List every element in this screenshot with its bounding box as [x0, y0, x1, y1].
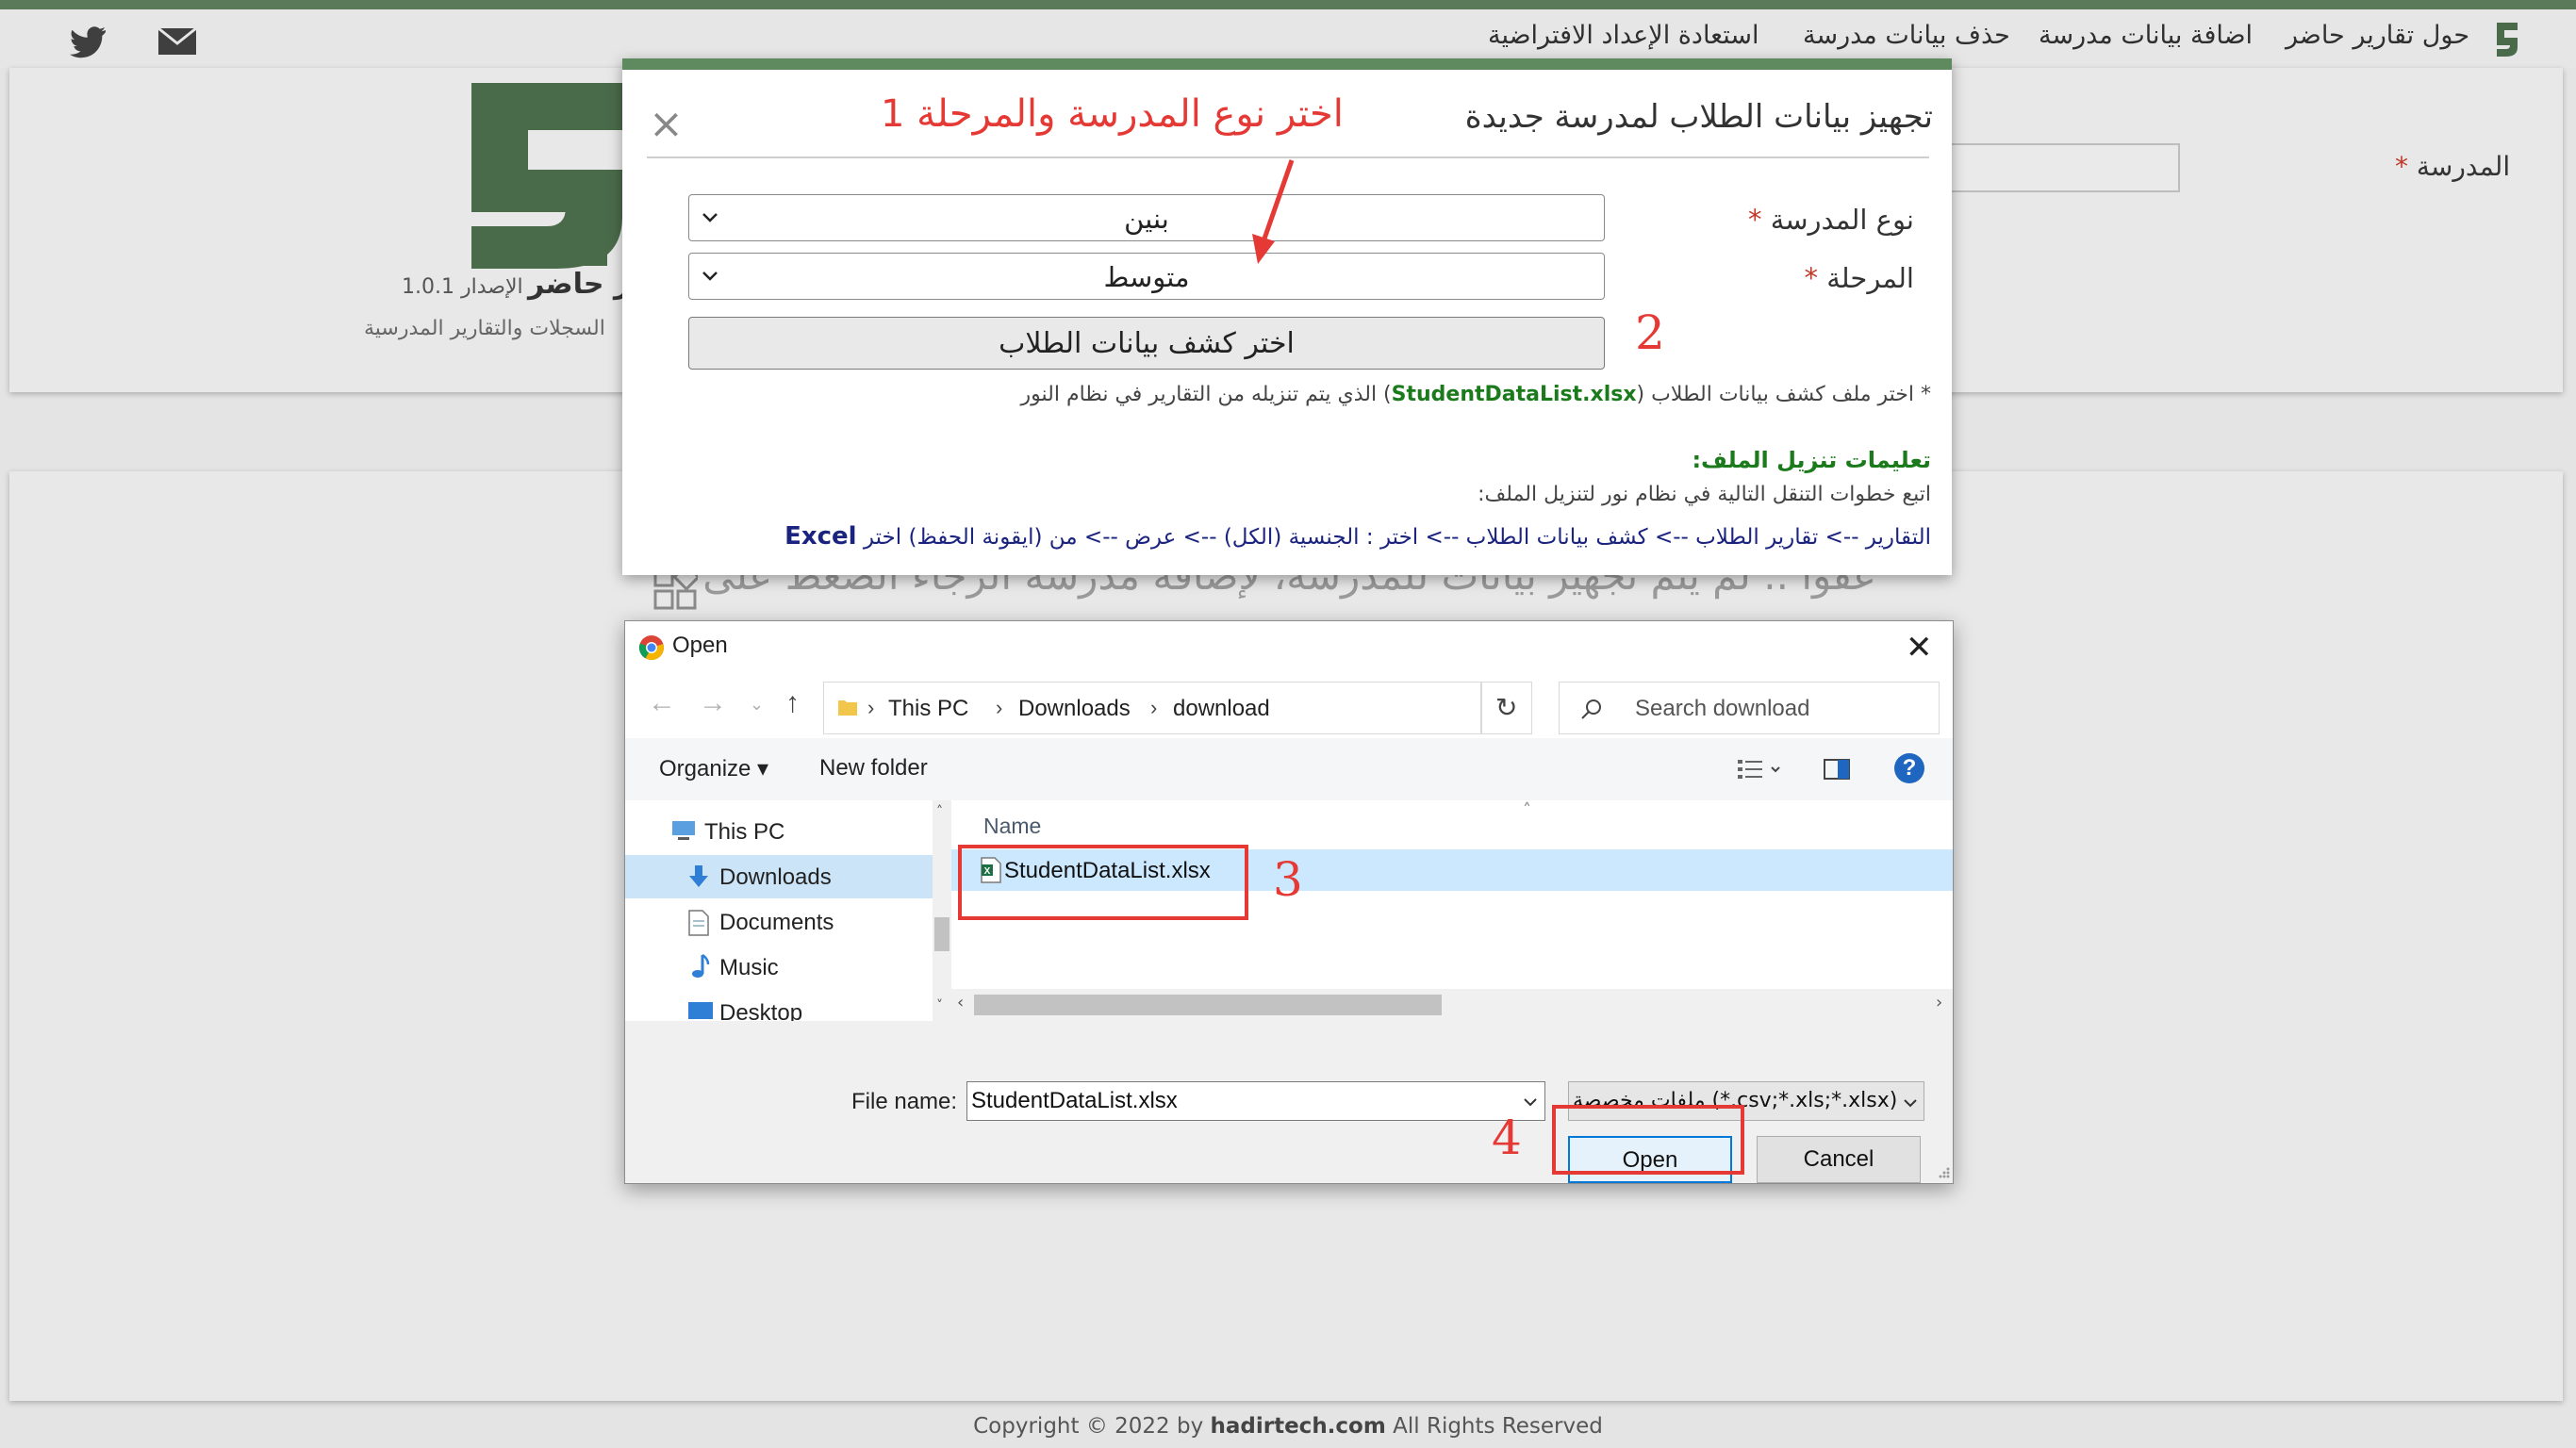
instructions-title: تعليمات تنزيل الملف: [1692, 447, 1931, 473]
annotation-box-file [958, 845, 1248, 920]
instructions-intro: اتبع خطوات التنقل التالية في نظام نور لت… [1478, 483, 1931, 506]
school-type-select[interactable]: بنين [688, 194, 1605, 241]
note-filename: StudentDataList.xlsx [1391, 383, 1637, 406]
app-logo-icon [471, 83, 622, 269]
forward-arrow-icon[interactable]: → [699, 687, 727, 719]
app-version: الإصدار 1.0.1 [402, 275, 523, 299]
instructions-path: التقارير --> تقارير الطلاب --> كشف بيانا… [784, 522, 1931, 551]
dialog-toolbar: Organize ▾ New folder ? [625, 738, 1953, 800]
nav-tree-desktop[interactable]: Desktop [625, 991, 933, 1021]
breadcrumb-separator: › [1150, 696, 1158, 719]
cancel-button[interactable]: Cancel [1757, 1136, 1921, 1183]
annotation-box-open [1552, 1105, 1744, 1175]
breadcrumb-separator: › [996, 696, 1003, 719]
file-note: * اختر ملف كشف بيانات الطلاب (StudentDat… [1020, 383, 1931, 406]
stage-label: * المرحلة [1804, 262, 1914, 294]
address-bar[interactable]: › This PC › Downloads › download [823, 682, 1658, 734]
column-header-name[interactable]: Name [983, 814, 1041, 839]
scroll-right-icon[interactable]: › [1936, 993, 1942, 1012]
resize-grip-icon[interactable] [1936, 1164, 1951, 1179]
breadcrumb-this-pc[interactable]: This PC [888, 696, 968, 722]
scroll-down-icon[interactable]: ˅ [936, 998, 943, 1013]
download-arrow-icon [689, 865, 708, 887]
footer-suffix: All Rights Reserved [1385, 1414, 1603, 1439]
breadcrumb-separator: › [867, 696, 875, 719]
chevron-down-icon[interactable] [1523, 1094, 1538, 1110]
new-school-modal: تجهيز بيانات الطلاب لمدرسة جديدة × * نوع… [622, 58, 1952, 575]
nav-delete-school[interactable]: حذف بيانات مدرسة [1803, 21, 2010, 50]
search-icon [1581, 699, 1601, 719]
choose-file-label: اختر كشف بيانات الطلاب [999, 327, 1295, 360]
refresh-icon: ↻ [1495, 692, 1518, 723]
refresh-button[interactable]: ↻ [1481, 682, 1532, 734]
school-type-label: * نوع المدرسة [1747, 204, 1914, 236]
school-type-value: بنين [1124, 203, 1169, 235]
nav-tree-documents[interactable]: Documents [625, 900, 933, 944]
annotation-arrow-icon [1252, 159, 1295, 264]
folder-icon [838, 700, 857, 716]
dialog-close-icon[interactable]: ✕ [1906, 629, 1933, 666]
recent-dropdown-icon[interactable]: ⌄ [750, 695, 764, 715]
school-label: * المدرسة [2395, 151, 2511, 182]
dialog-address-row: ← → ⌄ ↑ › This PC › Downloads › download… [625, 674, 1953, 738]
twitter-icon[interactable] [68, 23, 109, 60]
breadcrumb-downloads[interactable]: Downloads [1018, 696, 1131, 722]
modal-title: تجهيز بيانات الطلاب لمدرسة جديدة [1464, 98, 1933, 136]
navigation-pane: This PC Downloads Documents Music Deskto… [625, 800, 951, 1021]
up-arrow-icon[interactable]: ↑ [785, 687, 800, 719]
dialog-title: Open [672, 633, 728, 658]
annotation-step3: 3 [1273, 852, 1303, 907]
top-accent-bar [0, 0, 2576, 9]
music-note-icon [692, 953, 710, 978]
nav-add-school[interactable]: اضافة بيانات مدرسة [2039, 21, 2253, 50]
choose-file-button[interactable]: اختر كشف بيانات الطلاب [688, 317, 1605, 370]
new-folder-button[interactable]: New folder [819, 755, 928, 782]
search-input[interactable]: Search download [1559, 682, 1940, 734]
nav-restore-defaults[interactable]: استعادة الإعداد الافتراضية [1488, 21, 1759, 50]
annotation-step1: 1 اختر نوع المدرسة والمرحلة [881, 92, 1344, 136]
file-name-input[interactable]: StudentDataList.xlsx [966, 1081, 1545, 1121]
scroll-up-icon[interactable]: ˄ [936, 804, 943, 819]
nav-about[interactable]: حول تقارير حاضر [2286, 21, 2469, 50]
computer-icon [672, 821, 695, 840]
sort-caret-icon: ˄ [1523, 800, 1531, 820]
chevron-down-icon [1904, 1099, 1917, 1108]
nav-scrollbar[interactable]: ˄ ˅ [933, 800, 951, 1021]
view-options-icon[interactable] [1736, 757, 1781, 782]
organize-button[interactable]: Organize ▾ [659, 755, 768, 782]
close-icon[interactable]: × [649, 104, 684, 145]
stage-select[interactable]: متوسط [688, 253, 1605, 300]
nav-tree-music[interactable]: Music [625, 946, 933, 989]
breadcrumb-download[interactable]: download [1173, 696, 1270, 722]
app-tagline: السجلات والتقارير المدرسية [364, 317, 605, 340]
desktop-icon [688, 1002, 713, 1019]
logo-small-icon[interactable] [2489, 19, 2527, 60]
instructions-excel: Excel [784, 522, 857, 551]
nav-tree-downloads[interactable]: Downloads [625, 855, 933, 898]
help-icon[interactable]: ? [1894, 753, 1924, 783]
footer-site-link[interactable]: hadirtech.com [1211, 1414, 1386, 1439]
nav-tree-this-pc[interactable]: This PC [625, 810, 933, 853]
back-arrow-icon[interactable]: ← [648, 687, 676, 719]
dialog-bottom-bar: File name: StudentDataList.xlsx ملفات مخ… [625, 1021, 1953, 1183]
footer-prefix: Copyright © 2022 by [973, 1414, 1211, 1439]
file-name-field-label: File name: [851, 1089, 958, 1114]
dialog-titlebar: Open ✕ [625, 621, 1953, 674]
search-placeholder: Search download [1635, 696, 1810, 721]
stage-value: متوسط [1103, 261, 1190, 293]
preview-pane-icon[interactable] [1823, 757, 1851, 782]
document-icon [688, 910, 709, 936]
annotation-step4: 4 [1492, 1111, 1522, 1165]
mail-icon[interactable] [157, 23, 198, 60]
footer: Copyright © 2022 by hadirtech.com All Ri… [0, 1414, 2576, 1439]
nav-scroll-thumb[interactable] [934, 917, 949, 951]
hscroll-thumb[interactable] [974, 995, 1442, 1015]
chrome-icon [638, 635, 664, 661]
file-list-hscrollbar[interactable]: ‹ › [951, 989, 1953, 1021]
annotation-step2: 2 [1635, 305, 1665, 360]
scroll-left-icon[interactable]: ‹ [957, 993, 964, 1012]
